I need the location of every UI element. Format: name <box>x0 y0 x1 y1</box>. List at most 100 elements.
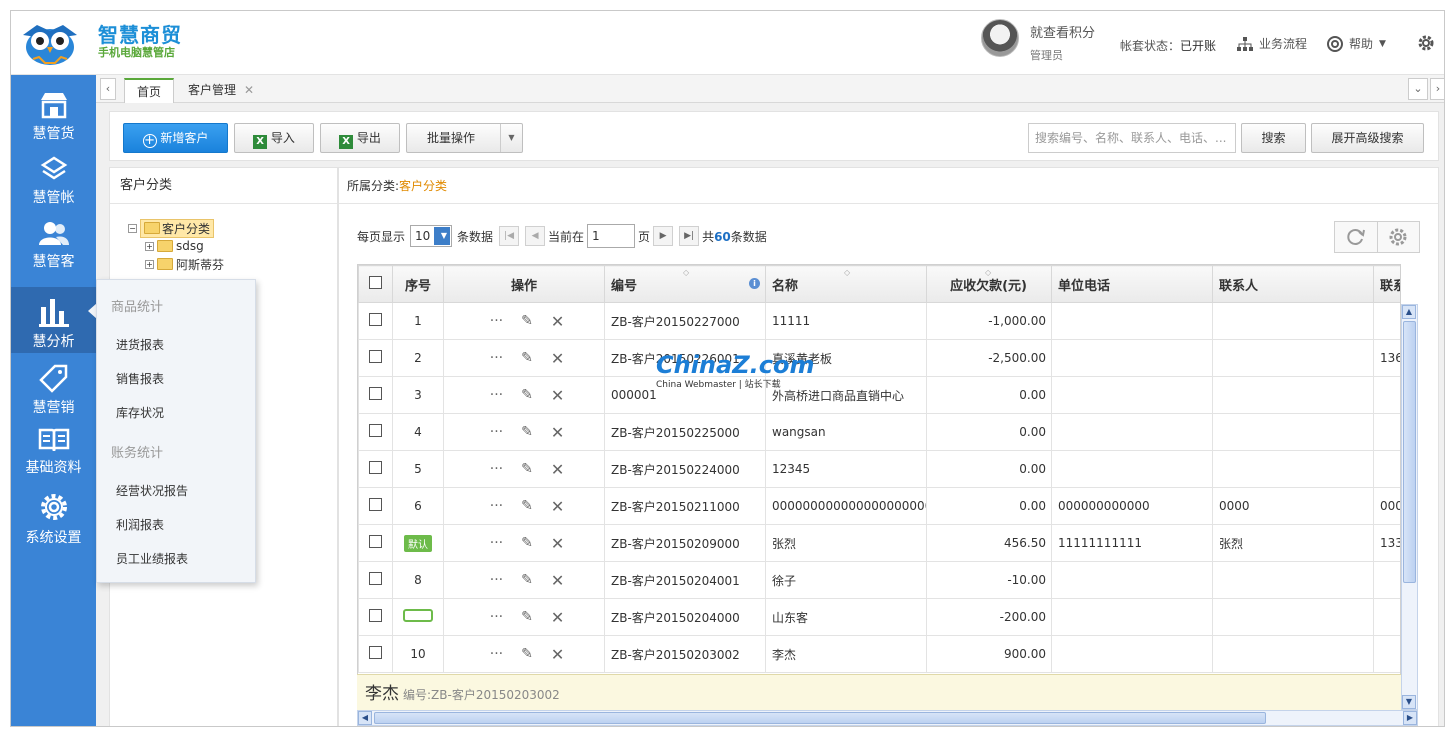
delete-icon[interactable]: ✕ <box>551 645 564 664</box>
chevron-down-icon[interactable]: ▼ <box>500 124 522 152</box>
edit-pencil-icon[interactable]: ✎ <box>521 572 533 588</box>
scroll-left-icon[interactable]: ◀ <box>358 711 372 725</box>
scroll-down-icon[interactable]: ▼ <box>1402 695 1416 709</box>
export-button[interactable]: X 导出 <box>320 123 400 153</box>
col-header-phone[interactable]: 单位电话 <box>1051 265 1213 303</box>
row-checkbox[interactable] <box>358 339 393 377</box>
sidebar-item-customers[interactable]: 慧管客 <box>11 209 96 273</box>
table-row[interactable]: 1 ··· ✎ ✕ ZB-客户20150227000 11111 -1,000.00 <box>358 302 1400 340</box>
sidebar-item-accounts[interactable]: 慧管帐 <box>11 145 96 209</box>
horizontal-scrollbar[interactable]: ◀ ▶ <box>357 710 1418 726</box>
expand-icon[interactable]: + <box>145 241 154 251</box>
row-checkbox[interactable] <box>358 413 393 451</box>
delete-icon[interactable]: ✕ <box>551 386 564 405</box>
delete-icon[interactable]: ✕ <box>551 349 564 368</box>
scroll-up-icon[interactable]: ▲ <box>1402 305 1416 319</box>
page-number-input[interactable]: 1 <box>587 224 636 248</box>
more-icon[interactable]: ··· <box>490 461 503 477</box>
delete-icon[interactable]: ✕ <box>551 497 564 516</box>
tab-customer-management[interactable]: 客户管理 ✕ <box>176 78 266 103</box>
search-button[interactable]: 搜索 <box>1241 123 1306 153</box>
delete-icon[interactable]: ✕ <box>551 571 564 590</box>
edit-pencil-icon[interactable]: ✎ <box>521 461 533 477</box>
more-icon[interactable]: ··· <box>490 646 503 662</box>
close-icon[interactable]: ✕ <box>244 83 254 97</box>
table-row[interactable]: 3 ··· ✎ ✕ 000001 外高桥进口商品直销中心 0.00 <box>358 376 1400 414</box>
edit-pencil-icon[interactable]: ✎ <box>521 535 533 551</box>
sidebar-item-basics[interactable]: 基础资料 <box>11 417 96 481</box>
column-settings-icon[interactable] <box>1378 222 1420 252</box>
table-row[interactable]: 默认 ··· ✎ ✕ ZB-客户20150209000 张烈 456.50 111111111… <box>358 524 1400 562</box>
first-page-icon[interactable]: |◀ <box>499 226 520 246</box>
tab-scroll-right-icon[interactable]: › <box>1430 78 1444 100</box>
table-row[interactable]: 8 ··· ✎ ✕ ZB-客户20150204001 徐子 -10.00 <box>358 561 1400 599</box>
delete-icon[interactable]: ✕ <box>551 312 564 331</box>
flyout-item-sales-report[interactable]: 销售报表 <box>116 370 164 387</box>
sidebar-item-settings[interactable]: 系统设置 <box>11 481 96 546</box>
breadcrumb-value[interactable]: 客户分类 <box>399 179 447 193</box>
table-row[interactable]: ··· ✎ ✕ ZB-客户20150204000 山东客 -200.00 <box>358 598 1400 636</box>
edit-pencil-icon[interactable]: ✎ <box>521 387 533 403</box>
advanced-search-button[interactable]: 展开高级搜索 <box>1311 123 1424 153</box>
tab-home[interactable]: 首页 <box>124 78 175 103</box>
col-header-debt[interactable]: ◇ 应收欠款(元) <box>926 265 1052 303</box>
flyout-item-purchase-report[interactable]: 进货报表 <box>116 336 164 353</box>
import-button[interactable]: X 导入 <box>234 123 314 153</box>
flyout-item-profit-report[interactable]: 利润报表 <box>116 516 164 533</box>
more-icon[interactable]: ··· <box>490 609 503 625</box>
more-icon[interactable]: ··· <box>490 498 503 514</box>
flyout-item-business-report[interactable]: 经营状况报告 <box>116 482 188 499</box>
user-name[interactable]: 就查看积分 <box>1030 22 1095 41</box>
delete-icon[interactable]: ✕ <box>551 608 564 627</box>
avatar[interactable] <box>981 19 1019 57</box>
refresh-icon[interactable] <box>1335 222 1378 252</box>
next-page-icon[interactable]: ▶ <box>653 226 674 246</box>
search-input[interactable]: 搜索编号、名称、联系人、电话、... <box>1028 123 1236 153</box>
select-all-checkbox[interactable] <box>358 265 393 303</box>
settings-gear-icon[interactable] <box>1416 33 1436 53</box>
tree-node-asdf[interactable]: + 阿斯蒂芬 <box>145 256 224 272</box>
workflow-link[interactable]: 业务流程 <box>1237 35 1307 52</box>
more-icon[interactable]: ··· <box>490 313 503 329</box>
tree-node-sdsg[interactable]: + sdsg <box>145 238 204 254</box>
row-checkbox[interactable] <box>358 524 393 562</box>
row-checkbox[interactable] <box>358 561 393 599</box>
col-header-contact[interactable]: 联系人 <box>1212 265 1374 303</box>
more-icon[interactable]: ··· <box>490 572 503 588</box>
more-icon[interactable]: ··· <box>490 350 503 366</box>
row-checkbox[interactable] <box>358 302 393 340</box>
table-row[interactable]: 10 ··· ✎ ✕ ZB-客户20150203002 李杰 900.00 <box>358 635 1400 673</box>
batch-operations-button[interactable]: 批量操作 ▼ <box>406 123 523 153</box>
table-row[interactable]: 2 ··· ✎ ✕ ZB-客户20150226001 真溪黄老板 -2,500.00 136 <box>358 339 1400 377</box>
horizontal-scroll-thumb[interactable] <box>374 712 1266 724</box>
edit-pencil-icon[interactable]: ✎ <box>521 646 533 662</box>
edit-pencil-icon[interactable]: ✎ <box>521 609 533 625</box>
row-checkbox[interactable] <box>358 376 393 414</box>
sidebar-item-goods[interactable]: 慧管货 <box>11 81 96 145</box>
help-menu[interactable]: 帮助 ▼ <box>1327 35 1386 52</box>
delete-icon[interactable]: ✕ <box>551 460 564 479</box>
last-page-icon[interactable]: ▶| <box>679 226 700 246</box>
sidebar-item-marketing[interactable]: 慧营销 <box>11 353 96 417</box>
row-checkbox[interactable] <box>358 450 393 488</box>
scroll-right-icon[interactable]: ▶ <box>1403 711 1417 725</box>
expand-icon[interactable]: + <box>145 259 154 269</box>
col-header-no[interactable]: 序号 <box>392 265 444 303</box>
col-header-mobile[interactable]: 联系电话 <box>1373 265 1400 303</box>
edit-pencil-icon[interactable]: ✎ <box>521 350 533 366</box>
edit-pencil-icon[interactable]: ✎ <box>521 498 533 514</box>
table-row[interactable]: 5 ··· ✎ ✕ ZB-客户20150224000 12345 0.00 <box>358 450 1400 488</box>
tree-node-root[interactable]: − 客户分类 <box>128 218 215 238</box>
delete-icon[interactable]: ✕ <box>551 423 564 442</box>
more-icon[interactable]: ··· <box>490 387 503 403</box>
row-checkbox[interactable] <box>358 635 393 673</box>
vertical-scroll-thumb[interactable] <box>1403 321 1416 583</box>
table-row[interactable]: 4 ··· ✎ ✕ ZB-客户20150225000 wangsan 0.00 <box>358 413 1400 451</box>
col-header-name[interactable]: ◇ 名称 <box>765 265 927 303</box>
edit-pencil-icon[interactable]: ✎ <box>521 424 533 440</box>
col-header-code[interactable]: ◇ 编号 i <box>604 265 766 303</box>
prev-page-icon[interactable]: ◀ <box>525 226 546 246</box>
edit-pencil-icon[interactable]: ✎ <box>521 313 533 329</box>
table-row[interactable]: 6 ··· ✎ ✕ ZB-客户20150211000 000000000000000000… <box>358 487 1400 525</box>
row-checkbox[interactable] <box>358 598 393 636</box>
